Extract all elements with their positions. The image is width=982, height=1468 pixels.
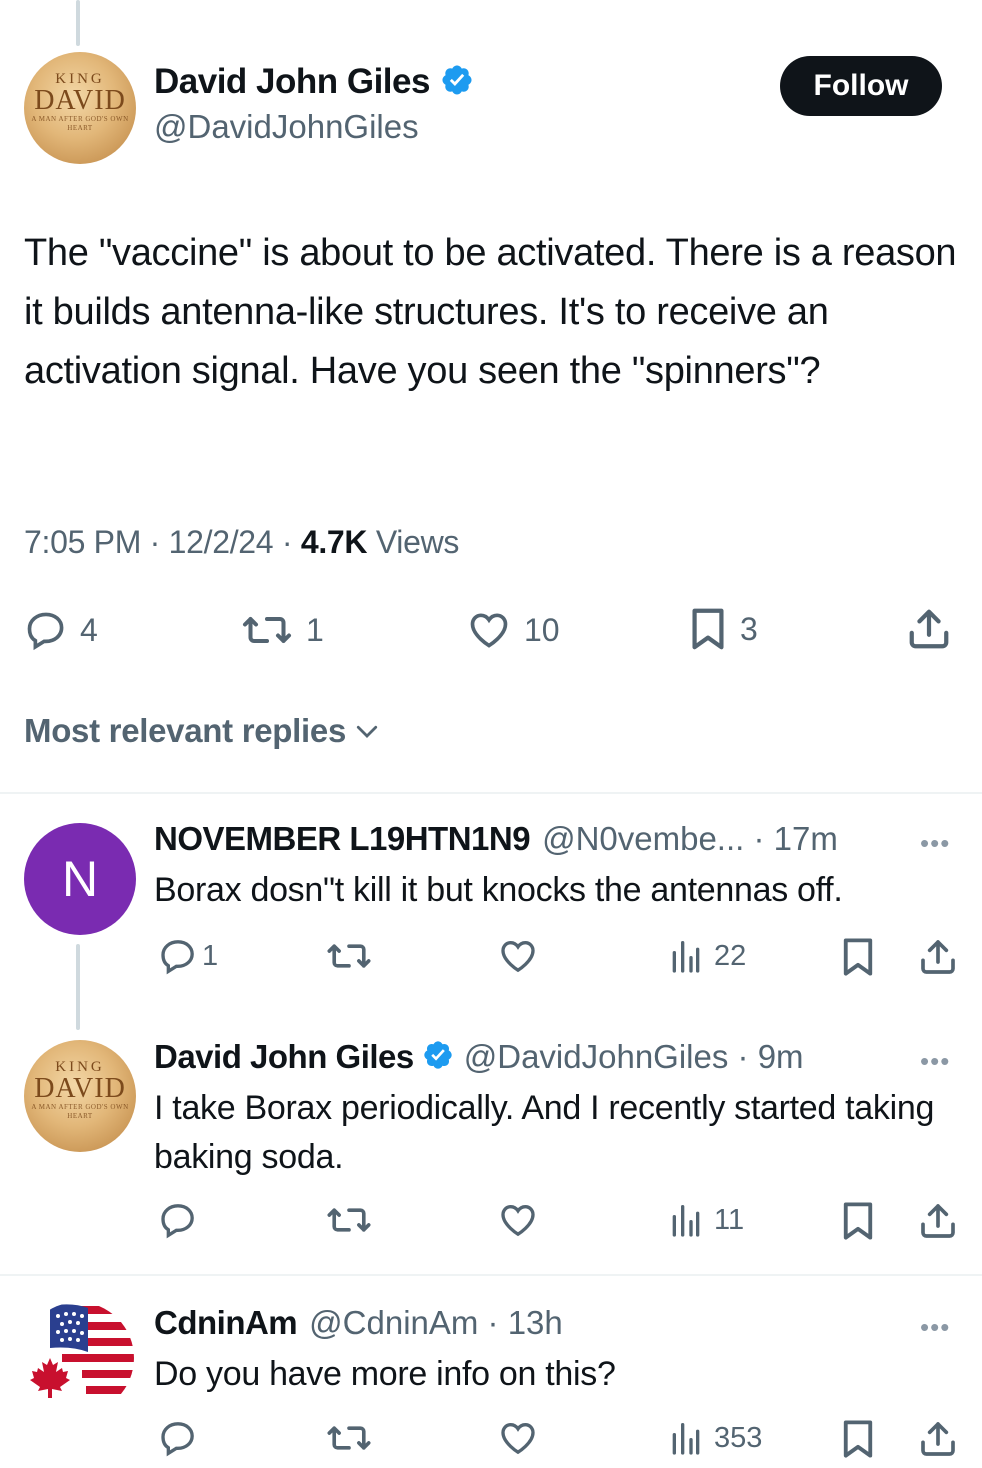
author-handle[interactable]: @DavidJohnGiles xyxy=(154,108,474,146)
divider xyxy=(0,792,982,794)
bookmark-count: 3 xyxy=(740,610,758,647)
reply-meta[interactable]: @N0vembe... · 17m xyxy=(542,820,838,858)
repost-icon xyxy=(242,616,292,644)
like-button[interactable]: 10 xyxy=(466,608,560,652)
share-icon xyxy=(909,609,949,649)
author-header: David John Giles @DavidJohnGiles xyxy=(154,62,474,146)
reply-text: I take Borax periodically. And I recentl… xyxy=(154,1089,935,1176)
reply-author-name[interactable]: David John Giles xyxy=(154,1038,414,1076)
reply-text: Do you have more info on this? xyxy=(154,1355,616,1393)
reply-avatar[interactable]: KING DAVID A MAN AFTER GOD'S OWN HEART xyxy=(24,1040,136,1152)
reply-button[interactable] xyxy=(158,1418,198,1458)
like-icon xyxy=(501,1422,535,1455)
repost-button[interactable] xyxy=(326,1418,372,1458)
like-count: 10 xyxy=(524,611,560,648)
views-label: Views xyxy=(375,524,460,560)
reply-icon xyxy=(161,1204,194,1239)
reply-button[interactable]: 1 xyxy=(158,936,218,976)
like-button[interactable] xyxy=(498,936,538,976)
reply-count: 1 xyxy=(202,939,219,972)
bookmark-icon xyxy=(843,938,873,976)
repost-count: 1 xyxy=(306,611,324,648)
reply-avatar[interactable]: N xyxy=(24,823,136,935)
views-icon xyxy=(672,941,700,973)
thread-line xyxy=(76,944,80,1030)
bookmark-icon xyxy=(843,1202,873,1240)
flag-avatar-image xyxy=(22,1302,134,1414)
views-button[interactable]: 22 xyxy=(668,936,746,976)
repost-icon xyxy=(327,944,371,968)
reply-avatar[interactable] xyxy=(22,1302,134,1414)
views-icon xyxy=(672,1423,700,1455)
share-icon xyxy=(921,940,955,974)
share-button[interactable] xyxy=(918,1418,958,1460)
reply-text: Borax dosn"t kill it but knocks the ante… xyxy=(154,871,843,909)
reply-header: NOVEMBER L19HTN1N9 @N0vembe... · 17m xyxy=(154,820,838,858)
tweet-meta: 7:05 PM · 12/2/24 · 4.7K Views xyxy=(24,524,460,560)
reply-icon xyxy=(161,940,194,975)
reply-icon xyxy=(27,612,64,651)
reply-button[interactable] xyxy=(158,1200,198,1240)
share-button[interactable] xyxy=(918,1200,958,1242)
reply-button[interactable]: 4 xyxy=(24,608,98,652)
views-count: 4.7K xyxy=(300,524,368,560)
like-button[interactable] xyxy=(498,1418,538,1458)
views-icon xyxy=(672,1205,700,1237)
share-button[interactable] xyxy=(918,936,958,978)
bookmark-button[interactable] xyxy=(840,1200,876,1242)
more-icon[interactable]: ••• xyxy=(920,1046,950,1077)
reply-count: 4 xyxy=(80,611,98,648)
views-button[interactable]: 11 xyxy=(668,1200,744,1240)
views-button[interactable]: 353 xyxy=(668,1418,762,1458)
repost-button[interactable] xyxy=(326,936,372,976)
reply-author-name[interactable]: NOVEMBER L19HTN1N9 xyxy=(154,820,531,858)
views-count: 11 xyxy=(714,1203,745,1236)
like-button[interactable] xyxy=(498,1200,538,1240)
sort-dropdown[interactable]: Most relevant replies xyxy=(24,712,382,750)
share-button[interactable] xyxy=(906,606,952,652)
verified-badge-icon xyxy=(422,1039,454,1076)
reply-meta[interactable]: @DavidJohnGiles · 9m xyxy=(464,1038,804,1076)
repost-icon xyxy=(327,1208,371,1232)
repost-icon xyxy=(327,1426,371,1450)
reply-header: CdninAm @CdninAm · 13h xyxy=(154,1304,563,1342)
bookmark-icon xyxy=(692,608,724,650)
tweet-text: The "vaccine" is about to be activated. … xyxy=(24,232,957,392)
share-icon xyxy=(921,1204,955,1238)
reply-author-name[interactable]: CdninAm xyxy=(154,1304,298,1342)
more-icon[interactable]: ••• xyxy=(920,1312,950,1343)
bookmark-button[interactable] xyxy=(840,936,876,978)
tweet-date[interactable]: 12/2/24 xyxy=(169,524,274,560)
share-icon xyxy=(921,1422,955,1456)
thread-line-top xyxy=(76,0,80,46)
like-icon xyxy=(501,940,535,973)
repost-button[interactable] xyxy=(326,1200,372,1240)
bookmark-icon xyxy=(843,1420,873,1458)
views-count: 22 xyxy=(714,939,747,972)
like-icon xyxy=(501,1204,535,1237)
author-avatar[interactable]: KING DAVID A MAN AFTER GOD'S OWN HEART xyxy=(24,52,136,164)
reply-icon xyxy=(161,1422,194,1457)
reply-meta[interactable]: @CdninAm · 13h xyxy=(309,1304,563,1342)
repost-button[interactable]: 1 xyxy=(240,608,324,652)
like-icon xyxy=(470,613,508,648)
bookmark-button[interactable] xyxy=(840,1418,876,1460)
reply-header: David John Giles @DavidJohnGiles · 9m xyxy=(154,1038,804,1076)
tweet-time[interactable]: 7:05 PM xyxy=(24,524,141,560)
follow-button[interactable]: Follow xyxy=(780,56,942,116)
bookmark-button[interactable]: 3 xyxy=(688,606,758,652)
more-icon[interactable]: ••• xyxy=(920,828,950,859)
views-count: 353 xyxy=(714,1421,763,1454)
author-name[interactable]: David John Giles xyxy=(154,62,430,102)
chevron-down-icon xyxy=(356,725,378,738)
divider xyxy=(0,1274,982,1276)
sort-label: Most relevant replies xyxy=(24,712,346,749)
verified-badge-icon xyxy=(440,63,474,102)
